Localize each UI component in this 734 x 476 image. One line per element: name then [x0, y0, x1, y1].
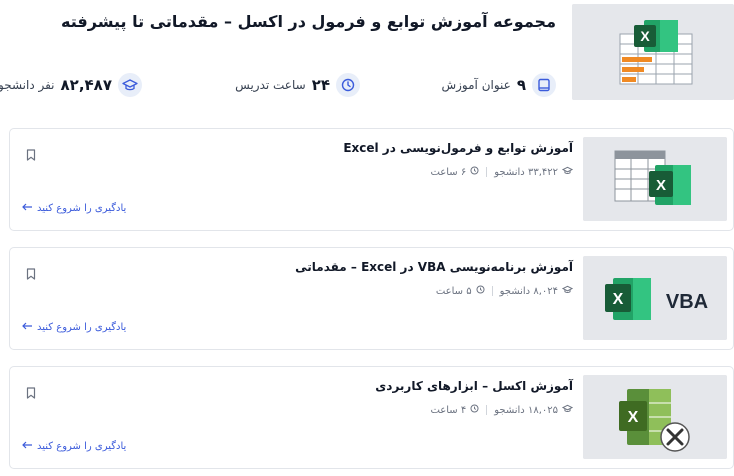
graduation-cap-icon	[118, 73, 142, 97]
course-duration: ۶ ساعت	[430, 166, 467, 178]
arrow-left-icon	[22, 203, 33, 214]
course-students: ۸,۰۲۴ دانشجو	[499, 285, 558, 297]
meta-divider	[491, 286, 493, 296]
start-learning-label: یادگیری را شروع کنید	[37, 203, 127, 214]
course-title[interactable]: آموزش اکسل – ابزارهای کاربردی	[375, 379, 573, 393]
course-thumbnail[interactable]: X	[583, 375, 727, 459]
course-thumbnail[interactable]: X	[583, 137, 727, 221]
stat-label: ساعت تدریس	[235, 78, 306, 92]
clock-icon	[470, 166, 479, 178]
arrow-left-icon	[22, 441, 33, 452]
collection-title: مجموعه آموزش توابع و فرمول در اکسل – مقد…	[61, 12, 556, 31]
vba-thumb-text: VBA	[666, 291, 708, 313]
start-learning-link[interactable]: یادگیری را شروع کنید	[22, 441, 126, 452]
course-card[interactable]: X آموزش اکسل – ابزارهای کاربردی ۱۸,۰۲۵ د…	[9, 366, 734, 469]
clock-icon	[470, 404, 479, 416]
course-students: ۳۳,۴۲۲ دانشجو	[494, 166, 558, 178]
start-learning-link[interactable]: یادگیری را شروع کنید	[22, 203, 126, 214]
svg-text:X: X	[613, 291, 624, 308]
stat-value: ۸۲,۴۸۷	[60, 76, 112, 94]
start-learning-link[interactable]: یادگیری را شروع کنید	[22, 322, 126, 333]
stat-course-count: ۹ عنوان آموزش	[441, 72, 556, 98]
stat-value: ۲۴	[311, 76, 330, 94]
book-icon	[532, 73, 556, 97]
course-card[interactable]: X VBA آموزش برنامه‌نویسی VBA در Excel – …	[9, 247, 734, 350]
stat-hours: ۲۴ ساعت تدریس	[235, 72, 360, 98]
bookmark-icon[interactable]	[26, 146, 36, 165]
excel-table-icon: X	[583, 137, 727, 221]
course-title[interactable]: آموزش توابع و فرمول‌نویسی در Excel	[343, 141, 573, 155]
stat-label: نفر دانشجو	[0, 78, 55, 92]
excel-spreadsheet-icon: X	[572, 4, 734, 100]
course-title[interactable]: آموزش برنامه‌نویسی VBA در Excel – مقدمات…	[295, 260, 573, 274]
start-learning-label: یادگیری را شروع کنید	[37, 441, 127, 452]
clock-icon	[476, 285, 485, 297]
svg-text:X: X	[640, 28, 650, 44]
course-meta: ۱۸,۰۲۵ دانشجو ۴ ساعت	[430, 404, 574, 416]
collection-header: X مجموعه آموزش توابع و فرمول در اکسل – م…	[0, 0, 734, 100]
graduation-cap-icon	[561, 404, 574, 416]
collection-thumbnail: X	[572, 4, 734, 100]
meta-divider	[486, 405, 488, 415]
stat-value: ۹	[516, 76, 526, 94]
excel-vba-icon: X VBA	[583, 256, 727, 340]
arrow-left-icon	[22, 322, 33, 333]
clock-icon	[336, 73, 360, 97]
course-duration: ۵ ساعت	[435, 285, 472, 297]
stat-label: عنوان آموزش	[441, 78, 511, 92]
bookmark-icon[interactable]	[26, 265, 36, 284]
meta-divider	[486, 167, 488, 177]
svg-text:X: X	[656, 177, 666, 194]
stat-students: ۸۲,۴۸۷ نفر دانشجو	[0, 72, 142, 98]
bookmark-icon[interactable]	[26, 384, 36, 403]
graduation-cap-icon	[561, 166, 574, 178]
excel-tools-icon: X	[583, 375, 727, 459]
course-card[interactable]: X آموزش توابع و فرمول‌نویسی در Excel ۳۳,…	[9, 128, 734, 231]
course-meta: ۸,۰۲۴ دانشجو ۵ ساعت	[435, 285, 574, 297]
course-thumbnail[interactable]: X VBA	[583, 256, 727, 340]
course-duration: ۴ ساعت	[430, 404, 467, 416]
course-students: ۱۸,۰۲۵ دانشجو	[494, 404, 558, 416]
course-meta: ۳۳,۴۲۲ دانشجو ۶ ساعت	[430, 166, 574, 178]
graduation-cap-icon	[561, 285, 574, 297]
start-learning-label: یادگیری را شروع کنید	[37, 322, 127, 333]
svg-text:X: X	[628, 409, 639, 426]
